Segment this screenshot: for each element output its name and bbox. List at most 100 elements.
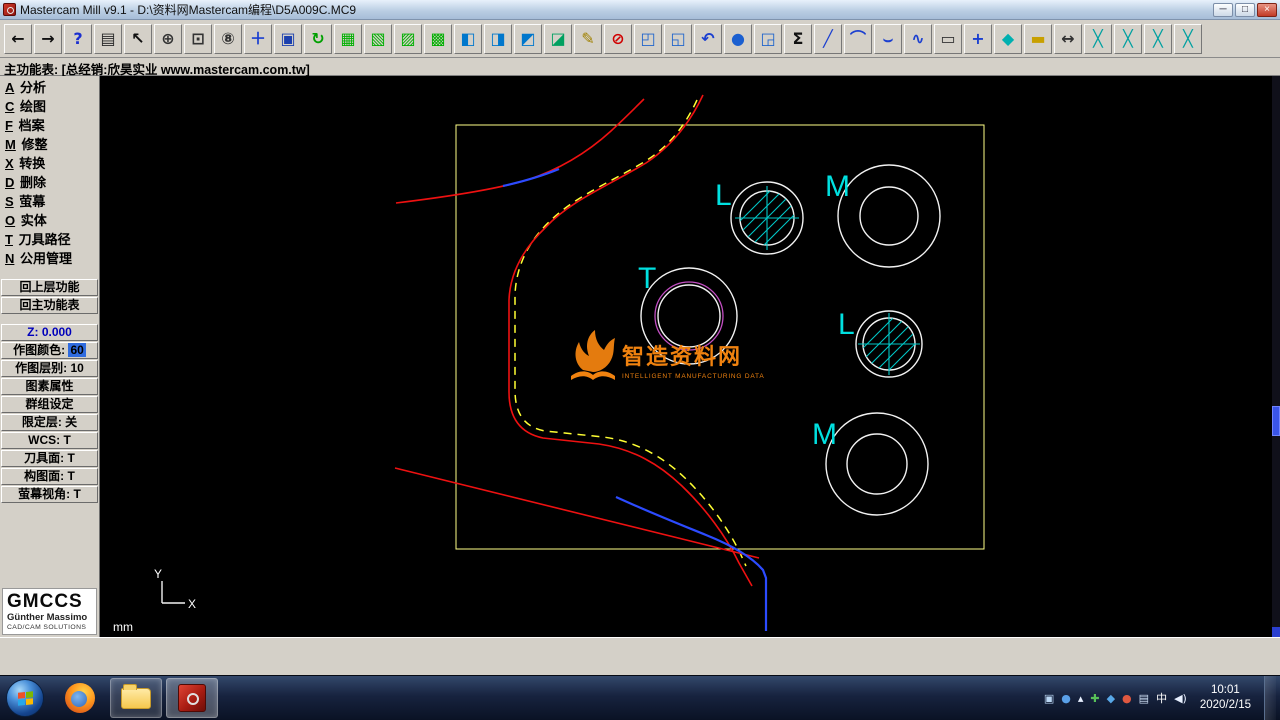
screen-info-icon[interactable]: ◱ [664,23,692,54]
gview-isometric-icon[interactable]: ▩ [424,23,452,54]
hidden-icons-arrow-icon[interactable]: ▴ [1078,692,1084,705]
tray-input-lang-icon[interactable]: 中 [1156,690,1167,706]
prompt-area [0,637,1280,675]
cplane-top-icon[interactable]: ◧ [454,23,482,54]
maximize-button[interactable]: □ [1235,2,1255,17]
taskbar-firefox-button[interactable] [54,678,106,718]
field-level-mask[interactable]: 限定层: 关 [1,414,98,431]
sidebar-item-screen[interactable]: S 萤幕 [0,192,99,211]
taskbar-clock[interactable]: 10:01 2020/2/15 [1200,683,1251,713]
gview-front-icon[interactable]: ▧ [364,23,392,54]
color-pencil-icon[interactable]: ✎ [574,23,602,54]
mastercam-icon [178,684,206,712]
screen-statistics-icon[interactable]: ◰ [634,23,662,54]
field-tool-plane[interactable]: 刀具面: T [1,450,98,467]
sidebar-item-analyze[interactable]: A 分析 [0,78,99,97]
main-menu-button[interactable]: 回主功能表 [1,297,98,314]
create-solid-icon[interactable]: ▬ [1024,23,1052,54]
field-groups[interactable]: 群组设定 [1,396,98,413]
start-button[interactable] [6,679,44,717]
trim-two-icon[interactable]: ╳ [1114,23,1142,54]
field-wcs[interactable]: WCS: T [1,432,98,449]
dimension-icon[interactable]: ↔ [1054,23,1082,54]
hole-label-m1: M [825,170,850,203]
vertical-scrollbar[interactable] [1272,76,1280,637]
taskbar: ▣ ● ▴ ✚ ◆ ● ▤ 中 ◀) 10:01 2020/2/15 [0,675,1280,720]
undo-icon[interactable]: ↶ [694,23,722,54]
watermark-cn: 智造资料网 [622,344,742,369]
cplane-side-icon[interactable]: ◩ [514,23,542,54]
field-draw-color[interactable]: 作图颜色: 60 [1,342,98,359]
gview-top-icon[interactable]: ▦ [334,23,362,54]
file-manager-icon[interactable]: ▤ [94,23,122,54]
blue-segment-top [502,167,560,188]
create-fillet-icon[interactable]: ⌣ [874,23,902,54]
sidebar-item-xform[interactable]: X 转换 [0,154,99,173]
tray-computer-icon[interactable]: ▤ [1139,692,1149,705]
sidebar: A 分析 C 绘图 F 档案 M 修整 X 转换 D 删除 S 萤幕 O 实体 T 刀具路径 N … [0,76,100,637]
watermark-en: INTELLIGENT MANUFACTURING DATA [622,373,764,380]
tray-monitor-icon[interactable]: ▣ [1044,692,1054,705]
toolbar: ← →? ▤ ↖ ⊕ ⊡ ⑧ ＋ ▣ ↻ ▦ ▧ ▨ ▩ ◧ ◨ ◩ ◪ ✎ ⊘ ◰ ◱ ↶ ● ◲ Σ ╱ ⌒ ⌣ ∿ ▭ + ◆ ▬ ↔ ╳ ╳ ╳ ╳ [0,20,1280,58]
tray-update-icon[interactable]: ● [1122,692,1132,705]
create-rectangle-icon[interactable]: ▭ [934,23,962,54]
repaint-icon[interactable]: ↻ [304,23,332,54]
pan-icon[interactable]: ＋ [244,23,272,54]
gview-side-icon[interactable]: ▨ [394,23,422,54]
sidebar-item-create[interactable]: C 绘图 [0,97,99,116]
hole-label-m2: M [812,418,837,451]
zoom-select-icon[interactable]: ⊕ [154,23,182,54]
hole-label-l1: L [715,179,732,212]
minimize-button[interactable]: ─ [1213,2,1233,17]
sidebar-item-toolpaths[interactable]: T 刀具路径 [0,230,99,249]
viewport-config-icon[interactable]: ◲ [754,23,782,54]
gmccs-logo-subtitle: Günther Massimo [7,612,88,623]
create-line-icon[interactable]: ╱ [814,23,842,54]
taskbar-explorer-button[interactable] [110,678,162,718]
create-arc-icon[interactable]: ⌒ [844,23,872,54]
create-point-icon[interactable]: + [964,23,992,54]
zoom-previous-icon[interactable]: ⑧ [214,23,242,54]
scrollbar-down-arrow[interactable] [1272,627,1280,637]
forward-arrow-icon[interactable]: → [34,23,62,54]
create-surface-icon[interactable]: ◆ [994,23,1022,54]
vertical-scrollbar-thumb[interactable] [1272,406,1280,436]
sidebar-item-file[interactable]: F 档案 [0,116,99,135]
create-spline-icon[interactable]: ∿ [904,23,932,54]
sidebar-item-delete[interactable]: D 删除 [0,173,99,192]
sidebar-item-modify[interactable]: M 修整 [0,135,99,154]
tray-shield-icon[interactable]: ✚ [1090,692,1099,705]
sidebar-item-nc-utils[interactable]: N 公用管理 [0,249,99,268]
cad-drawing: L M T L M Y Xmm 智造资料网 INTELLIGENT MANUFACTURING … [113,94,985,634]
cplane-front-icon[interactable]: ◨ [484,23,512,54]
field-gview[interactable]: 萤幕视角: T [1,486,98,503]
shade-icon[interactable]: ● [724,23,752,54]
field-construction-plane[interactable]: 构图面: T [1,468,98,485]
zoom-window-icon[interactable]: ⊡ [184,23,212,54]
red-curve-top [395,98,645,204]
trim-divide-icon[interactable]: ╳ [1174,23,1202,54]
back-menu-button[interactable]: 回上层功能 [1,279,98,296]
sidebar-item-solids[interactable]: O 实体 [0,211,99,230]
help-icon[interactable]: ? [64,23,92,54]
fit-screen-icon[interactable]: ▣ [274,23,302,54]
delete-entity-icon[interactable]: ⊘ [604,23,632,54]
field-draw-level[interactable]: 作图层别: 10 [1,360,98,377]
tray-security-icon[interactable]: ◆ [1107,692,1115,705]
cplane-iso-icon[interactable]: ◪ [544,23,572,54]
field-attributes[interactable]: 图素属性 [1,378,98,395]
field-z-depth[interactable]: Z: 0.000 [1,324,98,341]
cursor-analyze-icon[interactable]: ↖ [124,23,152,54]
tray-browser-icon[interactable]: ● [1061,692,1071,705]
close-button[interactable]: × [1257,2,1277,17]
analyze-sigma-icon[interactable]: Σ [784,23,812,54]
show-desktop-button[interactable] [1264,675,1276,720]
tray-volume-icon[interactable]: ◀) [1174,692,1187,705]
menu-status-bar: 主功能表: [总经销:欣昊实业 www.mastercam.com.tw] [0,58,1280,77]
graphics-canvas[interactable]: L M T L M Y Xmm 智造资料网 INTELLIGENT MANUFACTURING … [100,76,1272,637]
trim-entity-icon[interactable]: ╳ [1084,23,1112,54]
taskbar-mastercam-button[interactable] [166,678,218,718]
titlebar[interactable]: Mastercam Mill v9.1 - D:\资料网Mastercam编程\… [0,0,1280,20]
back-arrow-icon[interactable]: ← [4,23,32,54]
trim-three-icon[interactable]: ╳ [1144,23,1172,54]
